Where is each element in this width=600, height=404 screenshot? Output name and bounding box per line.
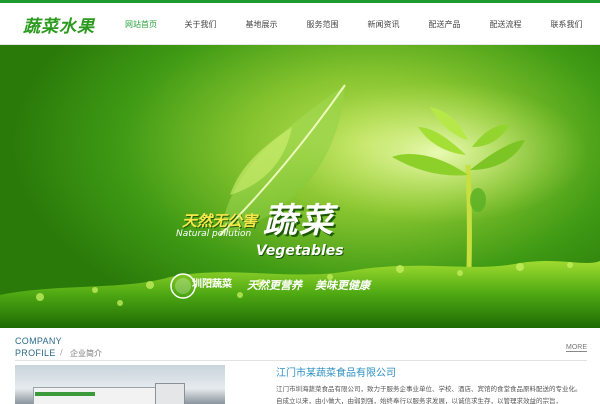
nav-item-contact[interactable]: 联系我们 xyxy=(536,3,597,45)
nav-item-home[interactable]: 网站首页 xyxy=(112,3,170,45)
banner-title-en: Vegetables xyxy=(256,243,344,259)
banner-slogan-1: 天然更营养 xyxy=(247,279,302,292)
hero-banner[interactable]: 天然无公害 Natural pollution 蔬菜 Vegetables 圳阳… xyxy=(0,45,600,328)
main-nav: 网站首页 关于我们 基地展示 服务范围 新闻资讯 配送产品 配送流程 联系我们 xyxy=(112,3,597,45)
company-photo[interactable] xyxy=(15,365,225,404)
nav-item-process[interactable]: 配送流程 xyxy=(475,3,536,45)
banner-title-cn: 蔬菜 xyxy=(263,201,335,241)
company-name-link[interactable]: 江门市某蔬菜食品有限公司 xyxy=(276,364,396,379)
company-profile-section: COMPANY PROFILE / 企业简介 MORE 江门市某蔬菜食品有限公司… xyxy=(0,328,600,404)
more-link[interactable]: MORE xyxy=(566,344,587,352)
banner-tag-cn: 天然无公害 xyxy=(182,212,258,230)
nav-item-base[interactable]: 基地展示 xyxy=(231,3,292,45)
site-logo[interactable]: 蔬菜水果 xyxy=(23,12,95,37)
banner-slogan-2: 美味更健康 xyxy=(315,279,370,292)
section-divider xyxy=(15,360,587,361)
truck-stripe xyxy=(35,392,95,396)
section-title-en-1: COMPANY xyxy=(15,336,62,346)
site-header: 蔬菜水果 网站首页 关于我们 基地展示 服务范围 新闻资讯 配送产品 配送流程 … xyxy=(0,3,600,45)
truck-cab xyxy=(155,383,185,404)
company-description: 江门市圳海蔬菜食品有限公司，致力于服务企事业单位、学校、酒店、宾馆的食堂食品原料… xyxy=(276,385,582,404)
section-title-separator: / xyxy=(60,348,63,357)
section-title-en-2: PROFILE xyxy=(15,348,56,358)
banner-brand: 圳阳蔬菜 xyxy=(192,279,232,290)
nav-item-services[interactable]: 服务范围 xyxy=(292,3,353,45)
nav-item-news[interactable]: 新闻资讯 xyxy=(353,3,414,45)
nav-item-products[interactable]: 配送产品 xyxy=(414,3,475,45)
banner-tag-en: Natural pollution xyxy=(176,229,252,239)
nav-item-about[interactable]: 关于我们 xyxy=(170,3,231,45)
section-title-cn: 企业简介 xyxy=(70,349,102,358)
